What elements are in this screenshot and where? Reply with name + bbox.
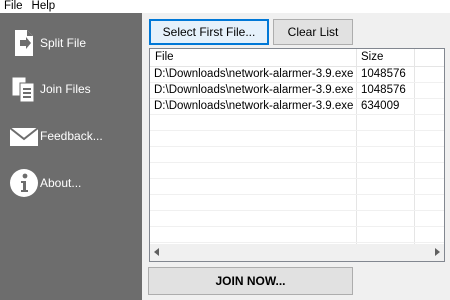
list-header: File Size xyxy=(150,49,444,67)
join-now-button[interactable]: JOIN NOW... xyxy=(148,267,353,295)
table-row xyxy=(150,179,444,195)
scroll-right-icon[interactable] xyxy=(435,248,440,256)
file-size-cell: 1048576 xyxy=(361,68,406,80)
table-row xyxy=(150,227,444,243)
file-size-cell: 1048576 xyxy=(361,84,406,96)
sidebar-item-feedback[interactable]: Feedback... xyxy=(0,116,142,156)
file-path-cell: D:\Downloads\network-alarmer-3.9.exe.... xyxy=(154,100,354,112)
column-header-size[interactable]: Size xyxy=(361,51,383,63)
table-row xyxy=(150,211,444,227)
scroll-left-icon[interactable] xyxy=(154,248,159,256)
sidebar-item-label: Split File xyxy=(40,36,87,50)
scroll-thumb[interactable] xyxy=(167,248,425,257)
document-arrow-icon xyxy=(15,30,33,56)
horizontal-scrollbar[interactable] xyxy=(150,244,444,261)
sidebar-item-label: Join Files xyxy=(40,82,91,96)
sidebar-item-label: Feedback... xyxy=(40,129,103,143)
files-merge-icon xyxy=(11,76,35,103)
clear-list-button[interactable]: Clear List xyxy=(273,19,353,45)
sidebar: Split File Join Files Feedback... About.… xyxy=(0,13,142,300)
envelope-icon xyxy=(9,127,39,146)
sidebar-item-label: About... xyxy=(40,176,82,190)
table-row[interactable]: D:\Downloads\network-alarmer-3.9.exe....… xyxy=(150,67,444,83)
sidebar-item-split-file[interactable]: Split File xyxy=(0,23,142,63)
table-row[interactable]: D:\Downloads\network-alarmer-3.9.exe....… xyxy=(150,83,444,99)
file-size-cell: 634009 xyxy=(361,100,400,112)
table-row xyxy=(150,131,444,147)
table-row xyxy=(150,163,444,179)
table-row xyxy=(150,115,444,131)
sidebar-item-join-files[interactable]: Join Files xyxy=(0,69,142,109)
table-row[interactable]: D:\Downloads\network-alarmer-3.9.exe....… xyxy=(150,99,444,115)
menu-bar: File Help xyxy=(0,0,450,13)
sidebar-item-about[interactable]: About... xyxy=(0,163,142,203)
column-header-file[interactable]: File xyxy=(155,51,174,63)
table-row xyxy=(150,147,444,163)
menu-help[interactable]: Help xyxy=(28,0,61,13)
file-list[interactable]: File Size D:\Downloads\network-alarmer-3… xyxy=(149,48,445,262)
info-icon xyxy=(10,169,38,197)
menu-file[interactable]: File xyxy=(0,0,28,13)
file-path-cell: D:\Downloads\network-alarmer-3.9.exe.... xyxy=(154,84,354,96)
select-first-file-button[interactable]: Select First File... xyxy=(149,19,269,45)
file-path-cell: D:\Downloads\network-alarmer-3.9.exe.... xyxy=(154,68,354,80)
table-row xyxy=(150,195,444,211)
